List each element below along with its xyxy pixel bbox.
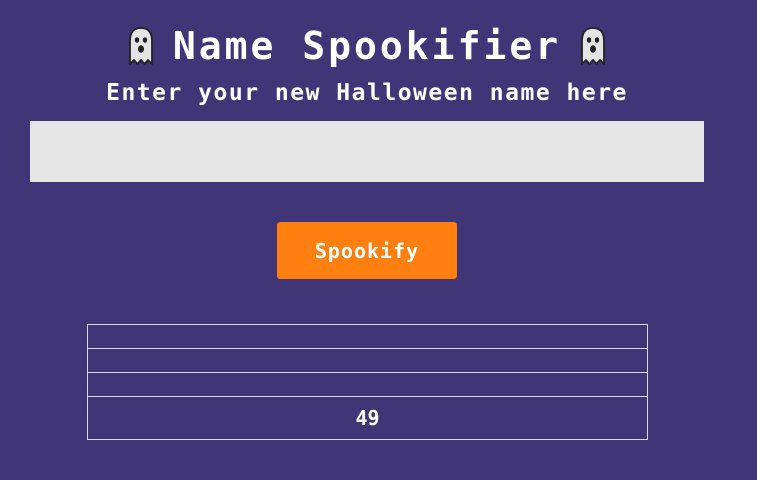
- table-row: [87, 324, 648, 349]
- title-row: Name Spookifier: [0, 24, 734, 68]
- ghost-icon: [129, 27, 153, 65]
- results-table: 49: [87, 324, 648, 440]
- table-row: [87, 372, 648, 397]
- table-row: 49: [87, 396, 648, 440]
- subtitle: Enter your new Halloween name here: [106, 80, 628, 106]
- table-cell: [87, 348, 648, 373]
- name-input[interactable]: [30, 121, 704, 182]
- ghost-icon: [581, 27, 605, 65]
- table-cell: [87, 324, 648, 349]
- count-cell: 49: [87, 396, 648, 440]
- table-row: [87, 348, 648, 373]
- table-cell: [87, 372, 648, 397]
- spookify-button[interactable]: Spookify: [277, 222, 457, 279]
- page-title: Name Spookifier: [172, 24, 562, 68]
